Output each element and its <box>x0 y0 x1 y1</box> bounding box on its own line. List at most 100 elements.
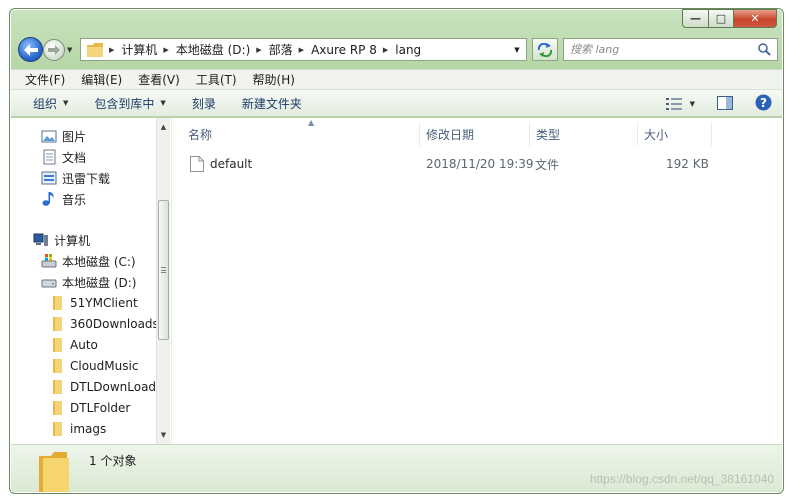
nav-item-folder[interactable]: 51YMClient <box>49 293 138 313</box>
menu-edit[interactable]: 编辑(E) <box>81 71 122 88</box>
refresh-icon <box>537 42 553 57</box>
preview-pane-icon <box>717 95 733 110</box>
help-button[interactable]: ? <box>755 94 772 114</box>
chevron-down-icon: ▼ <box>63 99 69 107</box>
folder-icon <box>53 380 62 394</box>
nav-item-label: 计算机 <box>54 233 91 248</box>
scroll-up-arrow[interactable]: ▲ <box>157 120 170 134</box>
scroll-down-arrow[interactable]: ▼ <box>157 428 170 442</box>
new-folder-button[interactable]: 新建文件夹 <box>242 95 302 112</box>
nav-item-folder[interactable]: imags <box>49 419 106 439</box>
content-area: 图片 文档 迅雷下载 音乐 计算机 本地磁盘 (C:) 本地磁盘 (D:) 51… <box>11 118 782 444</box>
folder-icon <box>87 42 103 57</box>
file-list: 名称 ▲ 修改日期 类型 大小 default 2018/11/20 19:39… <box>171 118 782 444</box>
column-header-type[interactable]: 类型 <box>530 122 638 146</box>
navigation-scrollbar[interactable]: ▲ ▼ <box>156 118 170 444</box>
change-view-button[interactable]: ▼ <box>665 98 695 110</box>
nav-item-label: 音乐 <box>62 192 87 207</box>
preview-pane-button[interactable] <box>717 95 733 113</box>
file-row[interactable]: default 2018/11/20 19:39 文件 192 KB <box>182 154 772 174</box>
menu-help[interactable]: 帮助(H) <box>253 71 295 88</box>
close-button[interactable]: ✕ <box>733 9 777 28</box>
forward-button[interactable] <box>43 39 65 61</box>
nav-item-label: DTLFolder <box>70 401 131 415</box>
nav-item-label: Auto <box>70 338 98 352</box>
nav-item-label: 文档 <box>62 150 87 165</box>
breadcrumb-separator[interactable]: ▶ <box>299 46 304 54</box>
nav-item-computer[interactable]: 计算机 <box>33 230 90 250</box>
breadcrumb-lang[interactable]: lang <box>395 43 421 57</box>
nav-item-folder[interactable]: Auto <box>49 335 98 355</box>
breadcrumb-drive-d[interactable]: 本地磁盘 (D:) <box>176 41 250 58</box>
menu-view[interactable]: 查看(V) <box>138 71 180 88</box>
folder-icon <box>39 451 69 492</box>
breadcrumb-computer[interactable]: 计算机 <box>121 41 157 58</box>
recent-pages-dropdown[interactable]: ▼ <box>67 46 72 54</box>
burn-button[interactable]: 刻录 <box>192 95 216 112</box>
nav-item-folder[interactable]: DTLDownLoads <box>49 377 159 397</box>
nav-item-music[interactable]: 音乐 <box>41 189 86 209</box>
back-button[interactable] <box>18 37 43 62</box>
folder-icon <box>53 401 62 415</box>
arrow-right-icon <box>48 45 60 55</box>
file-icon <box>190 156 204 172</box>
grip-icon <box>161 267 166 273</box>
column-header-name[interactable]: 名称 ▲ <box>182 118 420 146</box>
file-name-cell[interactable]: default <box>190 154 252 174</box>
column-header-label: 类型 <box>536 127 561 142</box>
nav-item-drive-c[interactable]: 本地磁盘 (C:) <box>41 251 136 271</box>
nav-item-label: 360Downloads <box>70 317 159 331</box>
breadcrumb-separator[interactable]: ▶ <box>163 46 168 54</box>
nav-item-drive-d[interactable]: 本地磁盘 (D:) <box>41 272 136 292</box>
command-bar: 组织 ▼ 包含到库中 ▼ 刻录 新建文件夹 ▼ ? <box>11 90 782 117</box>
nav-item-thunder-download[interactable]: 迅雷下载 <box>41 168 110 188</box>
item-count: 1 个对象 <box>89 454 137 468</box>
file-type: 文件 <box>535 157 560 172</box>
scroll-thumb[interactable] <box>158 200 169 340</box>
nav-item-label: 本地磁盘 (C:) <box>62 254 136 269</box>
nav-item-pictures[interactable]: 图片 <box>41 126 86 146</box>
thunder-download-icon <box>41 171 57 185</box>
include-in-library-label: 包含到库中 <box>94 96 155 111</box>
nav-item-folder[interactable]: CloudMusic <box>49 356 138 376</box>
documents-icon <box>43 149 56 165</box>
column-header-modified[interactable]: 修改日期 <box>420 122 530 146</box>
nav-item-folder[interactable]: 360Downloads <box>49 314 159 334</box>
menu-tools[interactable]: 工具(T) <box>196 71 237 88</box>
include-in-library-button[interactable]: 包含到库中 ▼ <box>94 95 165 112</box>
breadcrumb-axure[interactable]: Axure RP 8 <box>311 43 377 57</box>
minimize-button[interactable]: — <box>682 9 708 28</box>
maximize-button[interactable]: □ <box>708 9 733 28</box>
computer-icon <box>33 233 48 246</box>
nav-item-label: 本地磁盘 (D:) <box>62 275 137 290</box>
pictures-icon <box>41 130 57 143</box>
watermark: https://blog.csdn.net/qq_38161040 <box>589 472 774 486</box>
address-dropdown[interactable]: ▼ <box>508 39 526 60</box>
search-input[interactable] <box>570 43 755 56</box>
address-bar[interactable]: ▶ 计算机 ▶ 本地磁盘 (D:) ▶ 部落 ▶ Axure RP 8 ▶ la… <box>80 38 527 61</box>
nav-item-documents[interactable]: 文档 <box>41 147 86 167</box>
menu-file[interactable]: 文件(F) <box>25 71 65 88</box>
folder-icon <box>53 296 62 310</box>
breadcrumb-buluo[interactable]: 部落 <box>269 41 293 58</box>
music-icon <box>42 192 54 206</box>
file-modified: 2018/11/20 19:39 <box>426 157 534 171</box>
organize-button[interactable]: 组织 ▼ <box>33 95 68 112</box>
new-folder-label: 新建文件夹 <box>241 96 302 111</box>
breadcrumb-separator[interactable]: ▶ <box>256 46 261 54</box>
nav-item-folder[interactable]: DTLFolder <box>49 398 130 418</box>
breadcrumb-separator[interactable]: ▶ <box>109 46 114 54</box>
sort-ascending-icon: ▲ <box>308 118 315 127</box>
menu-bar: 文件(F) 编辑(E) 查看(V) 工具(T) 帮助(H) <box>11 69 782 90</box>
column-header-size[interactable]: 大小 <box>638 122 712 146</box>
file-name: default <box>210 157 253 171</box>
navigation-row: ▼ ▶ 计算机 ▶ 本地磁盘 (D:) ▶ 部落 ▶ Axure RP 8 ▶ … <box>18 37 778 63</box>
refresh-button[interactable] <box>532 38 558 61</box>
arrow-left-icon <box>23 43 38 56</box>
view-list-icon <box>665 98 682 110</box>
breadcrumb-separator[interactable]: ▶ <box>383 46 388 54</box>
svg-text:?: ? <box>760 96 767 110</box>
system-drive-icon <box>41 254 57 268</box>
search-icon[interactable] <box>758 43 771 56</box>
column-headers: 名称 ▲ 修改日期 类型 大小 <box>172 118 783 146</box>
